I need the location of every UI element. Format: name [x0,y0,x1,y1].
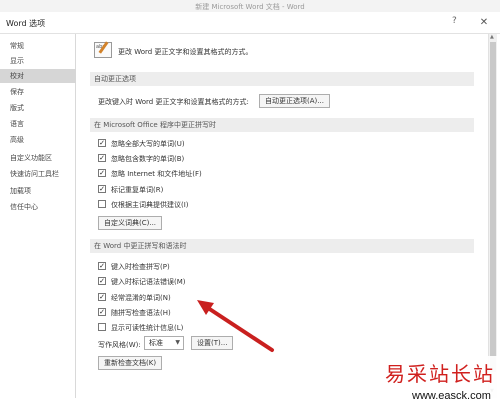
sidebar-item-quick-access[interactable]: 快速访问工具栏 [0,167,76,181]
site-watermark: 易采站长站 www.easck.com [382,356,500,412]
scroll-up-icon[interactable]: ▲ [490,34,494,40]
abc-pen-icon: abc [94,41,112,58]
writing-style-value: 标准 [149,339,163,347]
sidebar-item-save[interactable]: 保存 [0,85,76,99]
office-section-header: 在 Microsoft Office 程序中更正拼写时 [90,118,474,132]
checkbox[interactable] [98,323,106,331]
autocorrect-section-header: 自动更正选项 [90,72,474,86]
checkbox[interactable]: ✓ [98,262,106,270]
checkbox[interactable] [98,200,106,208]
options-sidebar: 常规 显示 校对 保存 版式 语言 高级 自定义功能区 快速访问工具栏 加载项 … [0,34,76,398]
option-label: 随拼写检查语法(H) [111,309,171,317]
dialog-titlebar: Word 选项 ? ✕ [0,12,500,34]
option-label: 键入时检查拼写(P) [111,263,170,271]
sidebar-item-advanced[interactable]: 高级 [0,133,76,147]
app-titlebar: 新建 Microsoft Word 文档 - Word [0,0,500,12]
checkbox[interactable]: ✓ [98,169,106,177]
option-label: 忽略包含数字的单词(B) [111,155,185,163]
option-label: 仅根据主词典提供建议(I) [111,201,189,209]
app-title: 新建 Microsoft Word 文档 - Word [195,3,305,11]
help-button[interactable]: ? [452,16,457,26]
autocorrect-options-button[interactable]: 自动更正选项(A)... [259,94,330,108]
sidebar-item-language[interactable]: 语言 [0,117,76,131]
option-label: 经常混淆的单词(N) [111,294,171,302]
sidebar-item-general[interactable]: 常规 [0,39,76,53]
sidebar-item-layout[interactable]: 版式 [0,101,76,115]
checkbox[interactable]: ✓ [98,154,106,162]
recheck-document-button[interactable]: 重新检查文档(K) [98,356,163,370]
watermark-chinese: 易采站长站 [385,362,495,386]
word-section-header: 在 Word 中更正拼写和语法时 [90,239,474,253]
checkbox[interactable]: ✓ [98,308,106,316]
settings-button[interactable]: 设置(T)... [191,336,234,350]
option-label: 标记重复单词(R) [111,186,164,194]
sidebar-item-proofing[interactable]: 校对 [0,69,76,83]
autocorrect-description: 更改键入时 Word 更正文字和设置其格式的方式: [98,98,249,106]
scrollbar-thumb[interactable] [490,42,496,372]
option-label: 忽略全部大写的单词(U) [111,140,185,148]
checkbox[interactable]: ✓ [98,139,106,147]
watermark-url: www.easck.com [412,390,491,402]
chevron-down-icon: ▼ [175,339,180,346]
proofing-panel: abc 更改 Word 更正文字和设置其格式的方式。 自动更正选项 更改键入时 … [88,34,478,404]
option-label: 键入时标记语法错误(M) [111,278,186,286]
sidebar-item-display[interactable]: 显示 [0,54,76,68]
intro-text: 更改 Word 更正文字和设置其格式的方式。 [118,48,253,56]
checkbox[interactable]: ✓ [98,277,106,285]
writing-style-select[interactable]: 标准 ▼ [144,336,184,350]
sidebar-item-trust-center[interactable]: 信任中心 [0,200,76,214]
checkbox[interactable]: ✓ [98,185,106,193]
option-label: 忽略 Internet 和文件地址(F) [111,170,202,178]
sidebar-item-addins[interactable]: 加载项 [0,184,76,198]
custom-dictionaries-button[interactable]: 自定义词典(C)... [98,216,163,230]
close-icon[interactable]: ✕ [476,15,492,31]
dialog-title: Word 选项 [6,19,46,28]
writing-style-label: 写作风格(W): [98,341,141,349]
sidebar-item-customize-ribbon[interactable]: 自定义功能区 [0,151,76,165]
vertical-scrollbar[interactable]: ▲ ▼ [488,34,497,398]
checkbox[interactable]: ✓ [98,293,106,301]
option-label: 显示可读性统计信息(L) [111,324,184,332]
